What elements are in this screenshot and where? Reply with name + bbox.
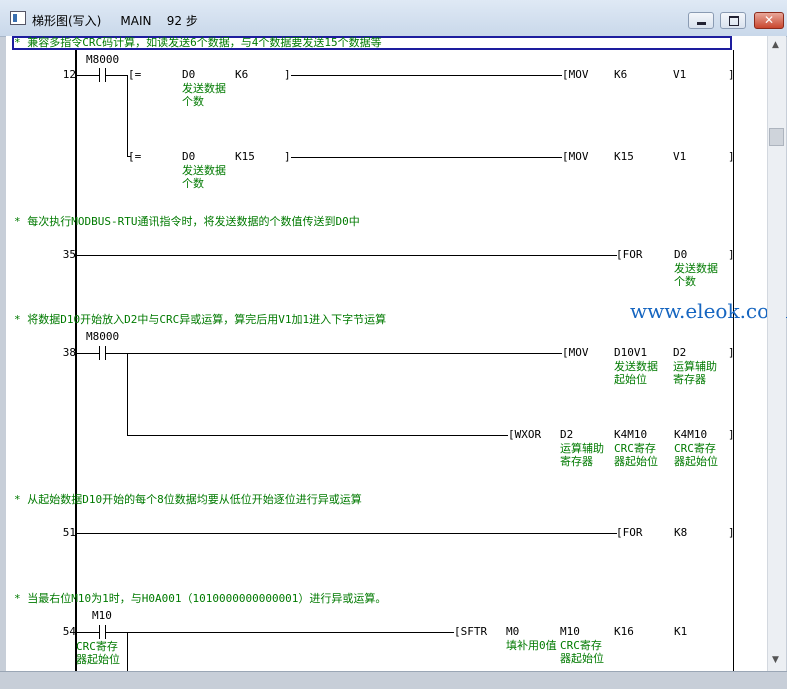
mov-instruction[interactable]: [MOV: [562, 68, 589, 81]
close-icon: ✕: [763, 13, 775, 27]
sftr-instruction[interactable]: [SFTR: [454, 625, 487, 638]
watermark: www.eleok.com: [630, 299, 787, 323]
operand-comment: 发送数据 个数: [182, 82, 226, 108]
left-power-rail: [75, 50, 77, 671]
branch-wire: [127, 353, 128, 435]
mov-instruction[interactable]: [MOV: [562, 346, 589, 359]
operand-comment: 填补用0值: [506, 639, 557, 652]
bracket: ]: [728, 150, 735, 163]
operand-comment: 运算辅助 寄存器: [560, 442, 604, 468]
ladder-editor-window: 梯形图(写入) MAIN 92 步 ✕ * 兼容多指令CRC码计算，如读发送6个…: [0, 0, 787, 689]
wxor-instruction[interactable]: [WXOR: [508, 428, 541, 441]
right-power-rail: [733, 50, 734, 671]
comment-block-2: * 每次执行MODBUS-RTU通讯指令时，将发送数据的个数值传送到D0中: [14, 215, 360, 228]
ladder-canvas[interactable]: * 兼容多指令CRC码计算，如读发送6个数据，与4个数据要发送15个数据等 12…: [6, 36, 767, 671]
compare-op[interactable]: [=: [128, 68, 141, 81]
contact-device: M8000: [86, 53, 120, 66]
bracket: ]: [728, 248, 735, 261]
operand: D0: [182, 150, 196, 163]
operand-comment: 发送数据 个数: [674, 262, 718, 288]
operand-comment: 运算辅助 寄存器: [673, 360, 717, 386]
wire: [77, 533, 617, 534]
vertical-scrollbar[interactable]: ▲ ▼: [767, 36, 786, 671]
wire: [77, 353, 99, 354]
operand-comment: 发送数据 个数: [182, 164, 226, 190]
branch-wire: [127, 75, 128, 156]
operand: V1: [673, 150, 687, 163]
operand: D2: [673, 346, 687, 359]
operand: D0: [182, 68, 196, 81]
comment-block-3: * 将数据D10开始放入D2中与CRC异或运算，算完后用V1加1进入下字节运算: [14, 313, 387, 326]
wire: [77, 255, 617, 256]
wire: [291, 75, 562, 76]
contact-device: M10: [92, 609, 112, 622]
close-button[interactable]: ✕: [754, 12, 784, 29]
minimize-button[interactable]: [688, 12, 714, 29]
operand: K6: [235, 68, 249, 81]
window-title: 梯形图(写入) MAIN 92 步: [32, 14, 198, 28]
operand: K15: [614, 150, 634, 163]
contact-left-bar: [99, 346, 100, 360]
scroll-down-icon[interactable]: ▼: [772, 655, 779, 665]
wire: [77, 632, 99, 633]
contact-left-bar: [99, 625, 100, 639]
operand: D10V1: [614, 346, 648, 359]
for-instruction[interactable]: [FOR: [616, 526, 643, 539]
operand: K15: [235, 150, 255, 163]
contact-left-bar: [99, 68, 100, 82]
operand: K6: [614, 68, 628, 81]
operand: K4M10: [674, 428, 708, 441]
wire: [106, 353, 562, 354]
wire: [291, 157, 562, 158]
mov-instruction[interactable]: [MOV: [562, 150, 589, 163]
operand: M10: [560, 625, 580, 638]
operand: K1: [674, 625, 688, 638]
contact-device: M8000: [86, 330, 120, 343]
operand-comment: CRC寄存 器起始位: [560, 639, 604, 665]
step-number: 35: [62, 248, 76, 261]
operand: M0: [506, 625, 520, 638]
wire: [127, 435, 508, 436]
operand: K4M10: [614, 428, 648, 441]
bracket: ]: [728, 428, 735, 441]
bracket: ]: [728, 346, 735, 359]
operand: K8: [674, 526, 688, 539]
wire: [106, 75, 128, 76]
comment-block-4: * 从起始数据D10开始的每个8位数据均要从低位开始逐位进行异或运算: [14, 493, 362, 506]
ladder-window-icon[interactable]: [10, 11, 26, 25]
operand: D2: [560, 428, 574, 441]
operand: V1: [673, 68, 687, 81]
bracket: ]: [284, 150, 291, 163]
comment-block-5: * 当最右位M10为1时，与H0A001（1010000000000001）进行…: [14, 592, 387, 605]
step-number: 12: [62, 68, 76, 81]
step-number: 54: [62, 625, 76, 638]
wire: [77, 75, 99, 76]
operand-comment: CRC寄存 器起始位: [674, 442, 718, 468]
window-bottom-edge: [0, 671, 787, 689]
operand-comment: CRC寄存 器起始位: [614, 442, 658, 468]
step-number: 51: [62, 526, 76, 539]
for-instruction[interactable]: [FOR: [616, 248, 643, 261]
branch-wire: [127, 632, 128, 671]
comment-block-1: * 兼容多指令CRC码计算，如读发送6个数据，与4个数据要发送15个数据等: [14, 36, 382, 49]
compare-op[interactable]: [=: [128, 150, 141, 163]
scroll-thumb[interactable]: [769, 128, 784, 146]
operand-comment: 发送数据 起始位: [614, 360, 658, 386]
bracket: ]: [728, 526, 735, 539]
wire: [106, 632, 454, 633]
operand: D0: [674, 248, 688, 261]
maximize-button[interactable]: [720, 12, 746, 29]
bracket: ]: [728, 68, 735, 81]
operand: K16: [614, 625, 634, 638]
bracket: ]: [284, 68, 291, 81]
step-number: 38: [62, 346, 76, 359]
title-bar: 梯形图(写入) MAIN 92 步 ✕: [0, 0, 787, 37]
scroll-up-icon[interactable]: ▲: [772, 40, 779, 50]
